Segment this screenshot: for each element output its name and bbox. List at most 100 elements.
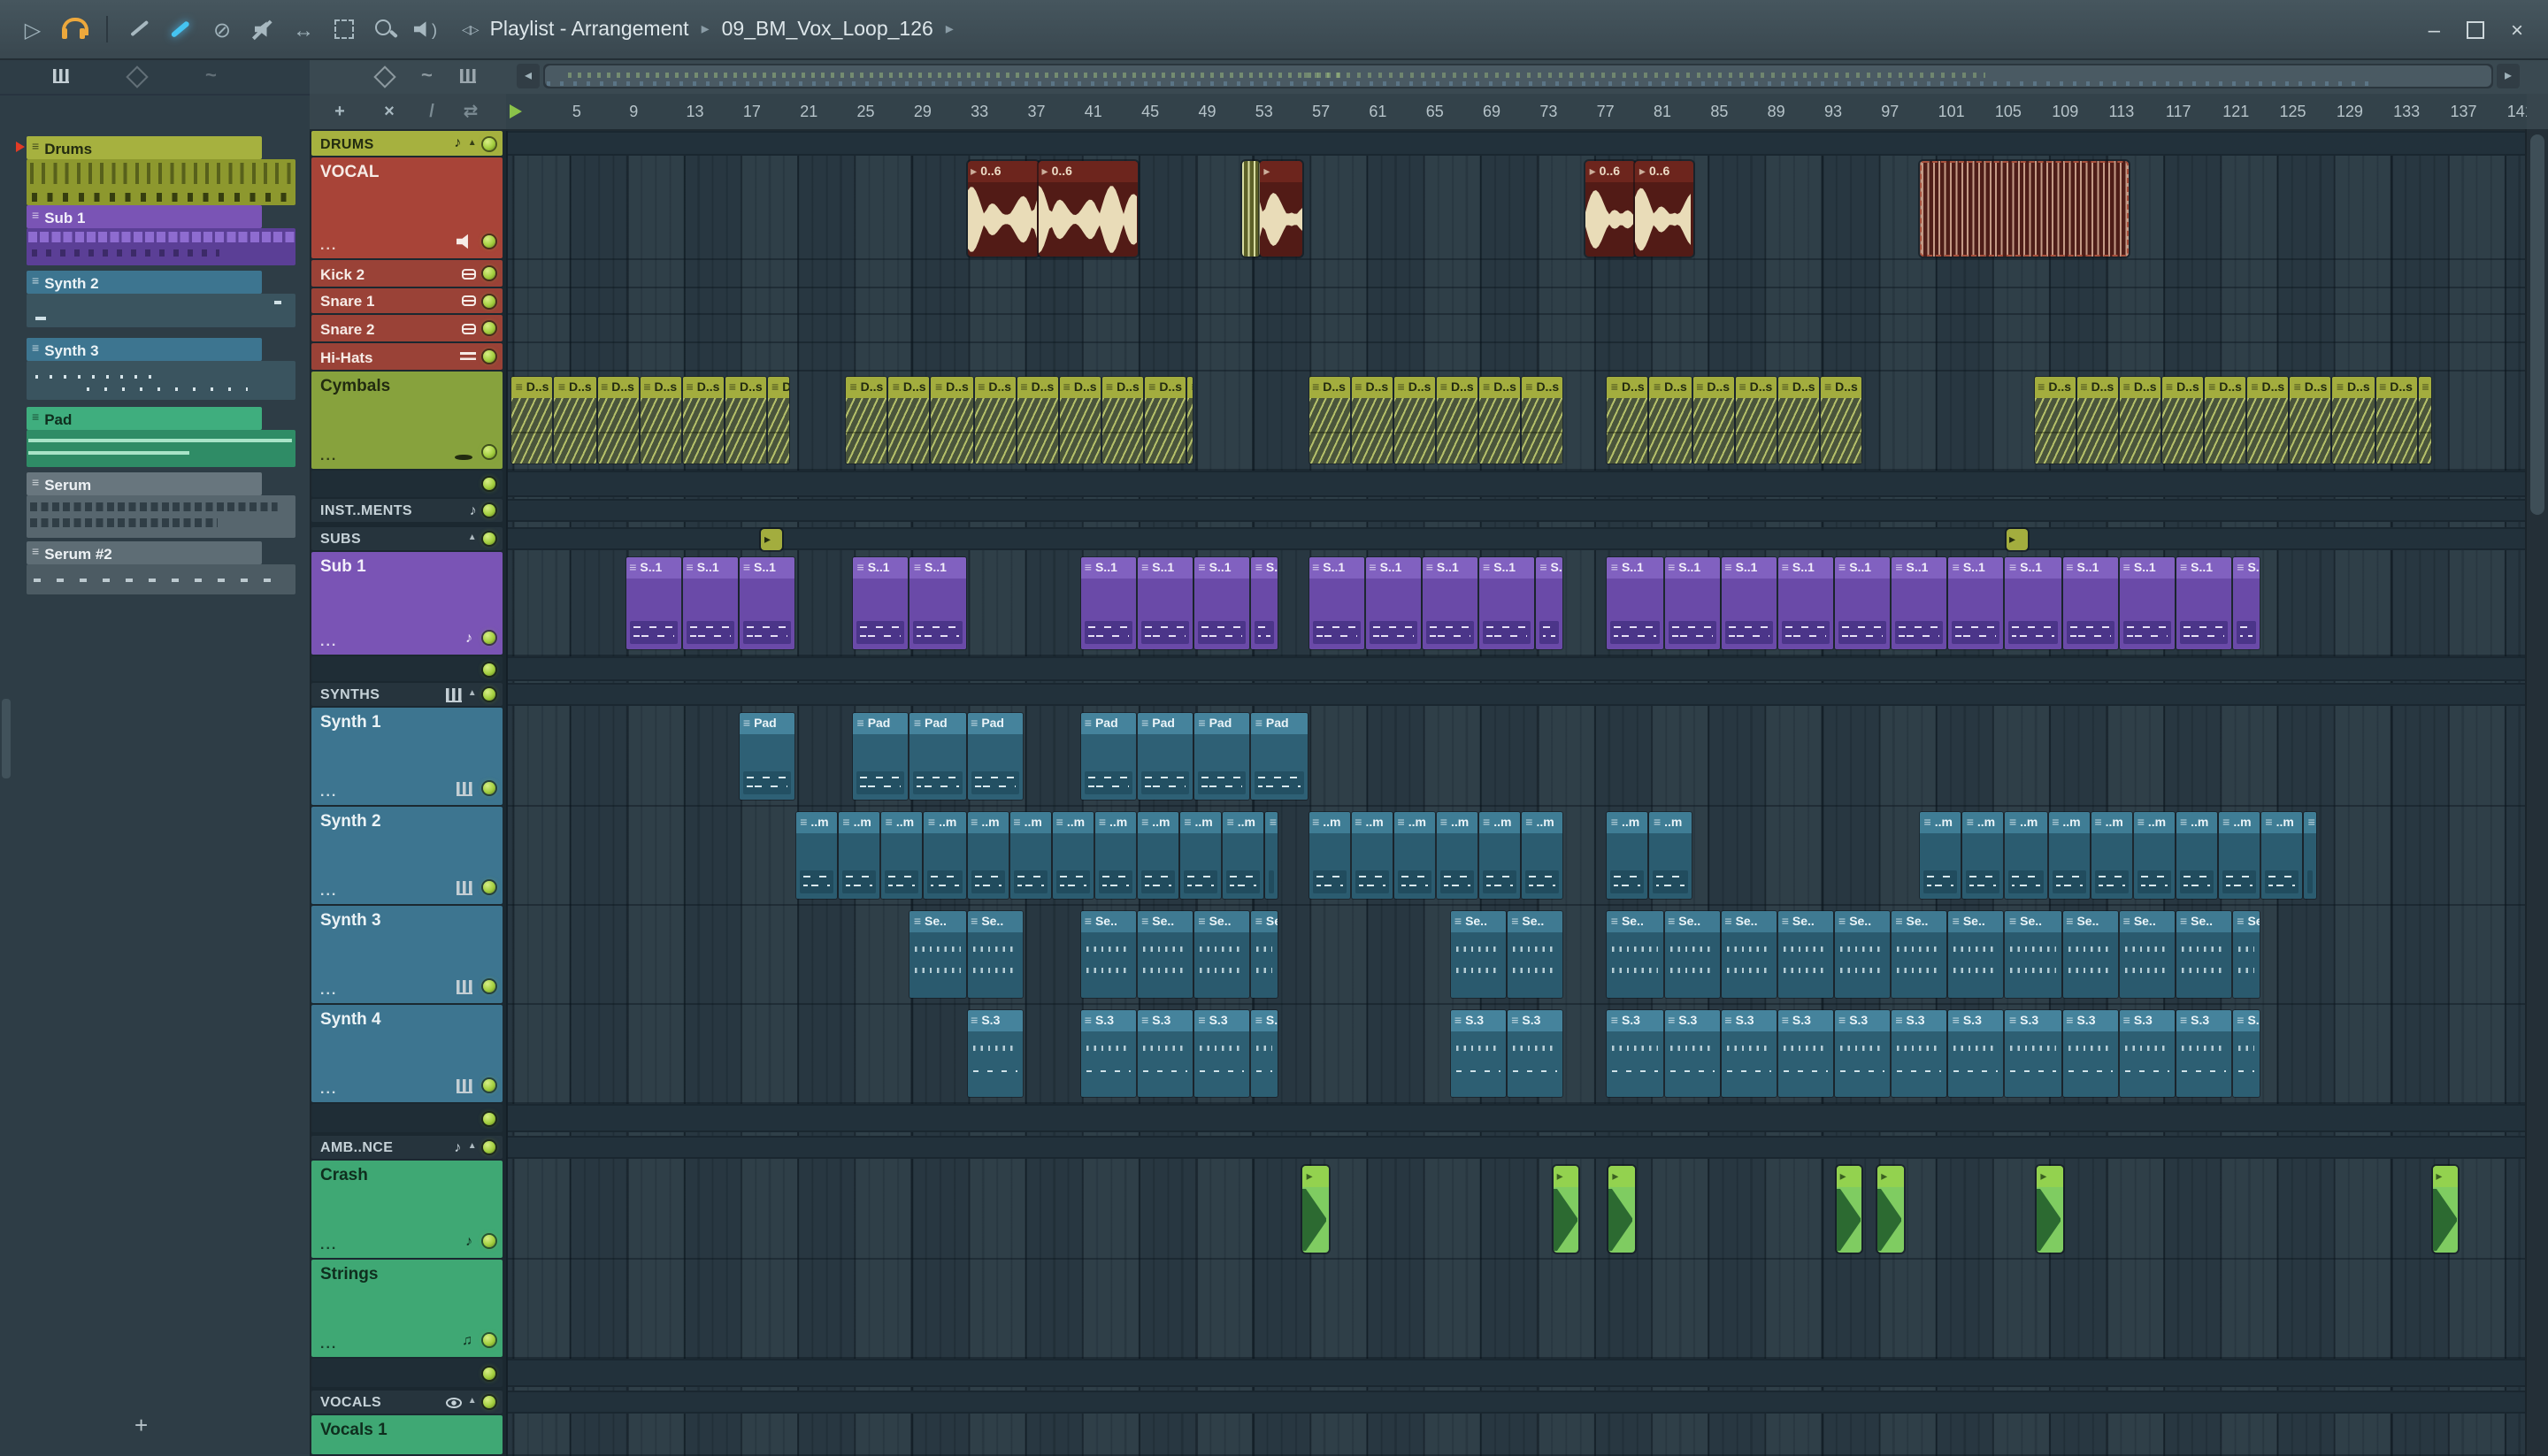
swap-icon[interactable]: ⇄ [458, 94, 483, 129]
pattern-clip[interactable]: ≡S.3 [2062, 1010, 2118, 1097]
pattern-clip[interactable]: ≡S..1 [739, 557, 795, 649]
mute-led[interactable] [483, 350, 495, 363]
clip-se[interactable]: ≡ Se.. ≡ Se.. [1450, 911, 1565, 998]
mute-led[interactable] [483, 295, 495, 307]
pattern-clip[interactable]: ≡..m [1138, 812, 1179, 899]
pattern-clip[interactable]: ≡Se.. [1251, 911, 1278, 998]
pattern-clip[interactable]: ≡S..1 [2176, 557, 2232, 649]
pattern-clip[interactable]: ≡D..s [1145, 377, 1186, 464]
add-icon[interactable]: + [327, 94, 352, 129]
pattern-clip[interactable]: ≡Se.. [2005, 911, 2061, 998]
picker-scrollbar[interactable] [2, 699, 11, 778]
clip-crash[interactable]: ▸ [2037, 1166, 2063, 1253]
track-header-snare1[interactable]: Snare 1 [311, 288, 503, 313]
grid-lane-drums-group[interactable] [505, 131, 2527, 156]
clip-striped-pattern[interactable] [1920, 161, 2130, 257]
pattern-clip[interactable]: ≡S..1 [1777, 557, 1833, 649]
mute-led[interactable] [483, 1079, 495, 1092]
pattern-clip[interactable]: ≡..m [2176, 812, 2218, 899]
add-pattern-button[interactable]: + [134, 1412, 148, 1438]
pattern-preview-serum[interactable] [27, 495, 295, 538]
clip-se[interactable]: ≡ Se.. ≡ Se.. ≡ Se.. ≡ Se.. ≡ Se.. ≡ Se.. ≡ Se.. ≡ Se..… [1607, 911, 2262, 998]
pattern-clip[interactable]: ≡D..s [1059, 377, 1101, 464]
pattern-clip[interactable]: ≡S..1 [1664, 557, 1720, 649]
pattern-preview-pad[interactable] [27, 430, 295, 467]
grid-lane-kick2[interactable] [505, 260, 2527, 288]
slice-icon[interactable]: / [419, 94, 444, 129]
mute-led[interactable] [483, 632, 495, 644]
clip-audio[interactable]: ▸ 0..6 [1635, 161, 1693, 257]
group-header-vocals-group[interactable]: VOCALS ▲ [311, 1391, 503, 1414]
pattern-clip[interactable]: ≡S..1 [909, 557, 966, 649]
track-options[interactable]: ... [320, 448, 337, 464]
pattern-preview-sub-1[interactable] [27, 228, 295, 265]
pattern-clip[interactable]: ≡D..s [2290, 377, 2331, 464]
paint-tool-icon[interactable] [166, 14, 196, 44]
pattern-item-serum-2[interactable]: ≡ Serum #2 [27, 541, 262, 564]
pattern-clip[interactable]: ≡S.3 [1508, 1010, 1563, 1097]
pattern-clip[interactable]: ≡D..s [1479, 377, 1521, 464]
grid-lane-f2[interactable] [505, 656, 2527, 681]
maximize-button[interactable] [2466, 20, 2484, 38]
clip-s2[interactable]: ≡..m≡..m≡..m≡..m≡..m≡..m≡..m≡..m≡..m≡..m [1920, 812, 2319, 899]
group-header-inst-group[interactable]: INST..MENTS ♪ [311, 499, 503, 522]
mute-led[interactable] [483, 504, 495, 517]
clip-s43[interactable]: ≡S.3≡S.3≡S.3≡S.3 [1080, 1010, 1280, 1097]
pattern-clip[interactable]: ≡..m [2304, 812, 2317, 899]
mute-led[interactable] [483, 980, 495, 992]
pattern-item-serum[interactable]: ≡ Serum [27, 472, 262, 495]
pattern-clip[interactable]: ≡D..s [1649, 377, 1692, 464]
horizontal-scrollbar[interactable]: ◂ ▸ [517, 63, 2520, 88]
grid-lane-f3[interactable] [505, 1104, 2527, 1132]
pattern-clip[interactable]: ≡..m [1223, 812, 1264, 899]
pattern-clip[interactable]: ≡..m [1265, 812, 1278, 899]
clip-crash[interactable]: ▸ [2432, 1166, 2459, 1253]
zoom-tool-icon[interactable] [370, 14, 400, 44]
grid-lane-synth1[interactable] [505, 708, 2527, 807]
mute-led[interactable] [483, 137, 495, 149]
pattern-clip[interactable]: ≡S..1 [1194, 557, 1250, 649]
pattern-clip[interactable]: ≡ Pad [1138, 713, 1193, 800]
pattern-clip[interactable]: ≡Se.. [2119, 911, 2175, 998]
pattern-clip[interactable]: ≡S.3 [1664, 1010, 1720, 1097]
pattern-item-synth-2[interactable]: ≡ Synth 2 [27, 271, 262, 294]
pattern-clip[interactable]: ≡Se.. [1607, 911, 1663, 998]
pattern-clip[interactable]: ≡S..1 [1251, 557, 1278, 649]
pattern-clip[interactable]: ≡Se.. [1835, 911, 1891, 998]
clip-s43[interactable]: ≡ S.3 ≡ S.3 ≡ S.3 ≡ S.3 ≡ S.3 ≡ S.3 ≡ S.3 ≡ S.3 ≡ S.3 ≡ S.3… [1607, 1010, 2262, 1097]
pattern-clip[interactable]: ≡D..s [1351, 377, 1393, 464]
scrollbar-thumb[interactable] [545, 65, 2491, 86]
pattern-clip[interactable]: ≡D..s [1017, 377, 1058, 464]
mute-led[interactable] [483, 688, 495, 701]
pattern-clip[interactable]: ≡..m [1920, 812, 1961, 899]
grid-lane-synths-group[interactable] [505, 683, 2527, 706]
pattern-clip[interactable]: ≡S..1 [2233, 557, 2260, 649]
clip-pad[interactable]: ≡ Pad [739, 713, 796, 800]
clip-sub[interactable]: ≡S..1≡S..1≡S..1≡S..1≡S..1 [1309, 557, 1564, 649]
track-options[interactable]: ... [320, 982, 337, 998]
pattern-clip[interactable]: ≡D..s [1607, 377, 1648, 464]
pattern-clip[interactable]: ≡D..s [2161, 377, 2204, 464]
track-options[interactable]: ... [320, 237, 337, 253]
clip-cym[interactable]: ≡ D..s ≡ D..s ≡ D..s ≡ D..s ≡ D..s ≡ D..s [1309, 377, 1564, 464]
pattern-clip[interactable]: ≡..m [1649, 812, 1692, 899]
track-header-hihats[interactable]: Hi-Hats [311, 343, 503, 370]
grid-lane-crash[interactable] [505, 1161, 2527, 1260]
pattern-clip[interactable]: ≡D..s [2375, 377, 2417, 464]
pattern-clip[interactable]: ≡ Pad [853, 713, 909, 800]
pattern-clip[interactable]: ≡D..s [554, 377, 596, 464]
pattern-clip[interactable]: ≡D..s [1692, 377, 1734, 464]
pattern-clip[interactable]: ≡S..1 [1138, 557, 1193, 649]
pattern-clip[interactable]: ≡S..1 [1835, 557, 1891, 649]
grid-lane-inst-group[interactable] [505, 499, 2527, 522]
wand-icon[interactable] [126, 65, 149, 88]
pattern-clip[interactable]: ≡D..s [1393, 377, 1435, 464]
mute-led[interactable] [483, 533, 495, 545]
pattern-clip[interactable]: ≡..m [2048, 812, 2090, 899]
clip-sub[interactable]: ≡ S..1 ≡ S..1 ≡ S..1 ≡ S..1 ≡ S..1 ≡ S..1 ≡ S..1 ≡ S..1… [1607, 557, 2262, 649]
pattern-clip[interactable]: ≡ Pad [967, 713, 1023, 800]
pattern-clip[interactable]: ≡S.3 [1251, 1010, 1278, 1097]
pattern-clip[interactable]: ≡..m [796, 812, 838, 899]
pattern-clip[interactable]: ≡Se.. [1948, 911, 2004, 998]
pattern-clip[interactable]: ≡S.3 [1892, 1010, 1947, 1097]
